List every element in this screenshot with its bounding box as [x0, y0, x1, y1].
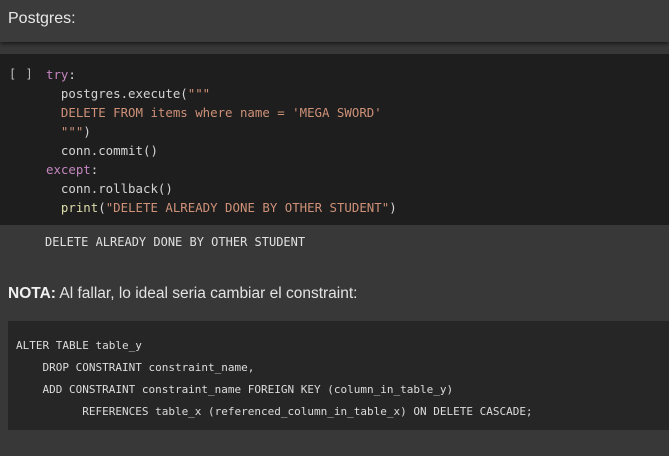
output-text: DELETE ALREADY DONE BY OTHER STUDENT [45, 235, 306, 249]
run-cell-indicator[interactable]: [ ] [9, 67, 34, 81]
markdown-cell-header[interactable]: Postgres: [0, 0, 669, 42]
cell-output: DELETE ALREADY DONE BY OTHER STUDENT [0, 225, 669, 262]
sql-line-3: ADD CONSTRAINT constraint_name FOREIGN K… [16, 383, 454, 396]
sql-line-4: REFERENCES table_x (referenced_column_in… [16, 405, 533, 418]
code-line-7: conn.rollback() [60, 181, 173, 196]
sql-code-block: ALTER TABLE table_y DROP CONSTRAINT cons… [8, 321, 669, 430]
code-editor[interactable]: try: postgres.execute(""" DELETE FROM it… [46, 65, 397, 217]
code-line-4: """) [60, 124, 91, 139]
sql-line-2: DROP CONSTRAINT constraint_name, [16, 361, 255, 374]
code-line-1: try: [46, 67, 76, 82]
markdown-title: Postgres: [8, 10, 76, 27]
code-cell[interactable]: [ ] try: postgres.execute(""" DELETE FRO… [0, 54, 669, 225]
code-line-6: except: [46, 162, 99, 177]
code-line-5: conn.commit() [60, 143, 158, 158]
code-line-3: DELETE FROM items where name = 'MEGA SWO… [60, 105, 382, 120]
sql-line-1: ALTER TABLE table_y [16, 339, 142, 352]
nota-paragraph: NOTA: Al fallar, lo ideal seria cambiar … [8, 285, 357, 303]
code-line-2: postgres.execute(""" [60, 86, 211, 101]
nota-text: Al fallar, lo ideal seria cambiar el con… [55, 285, 358, 302]
code-line-8: print("DELETE ALREADY DONE BY OTHER STUD… [60, 200, 397, 215]
sql-code: ALTER TABLE table_y DROP CONSTRAINT cons… [16, 335, 533, 423]
nota-label: NOTA: [8, 285, 56, 302]
